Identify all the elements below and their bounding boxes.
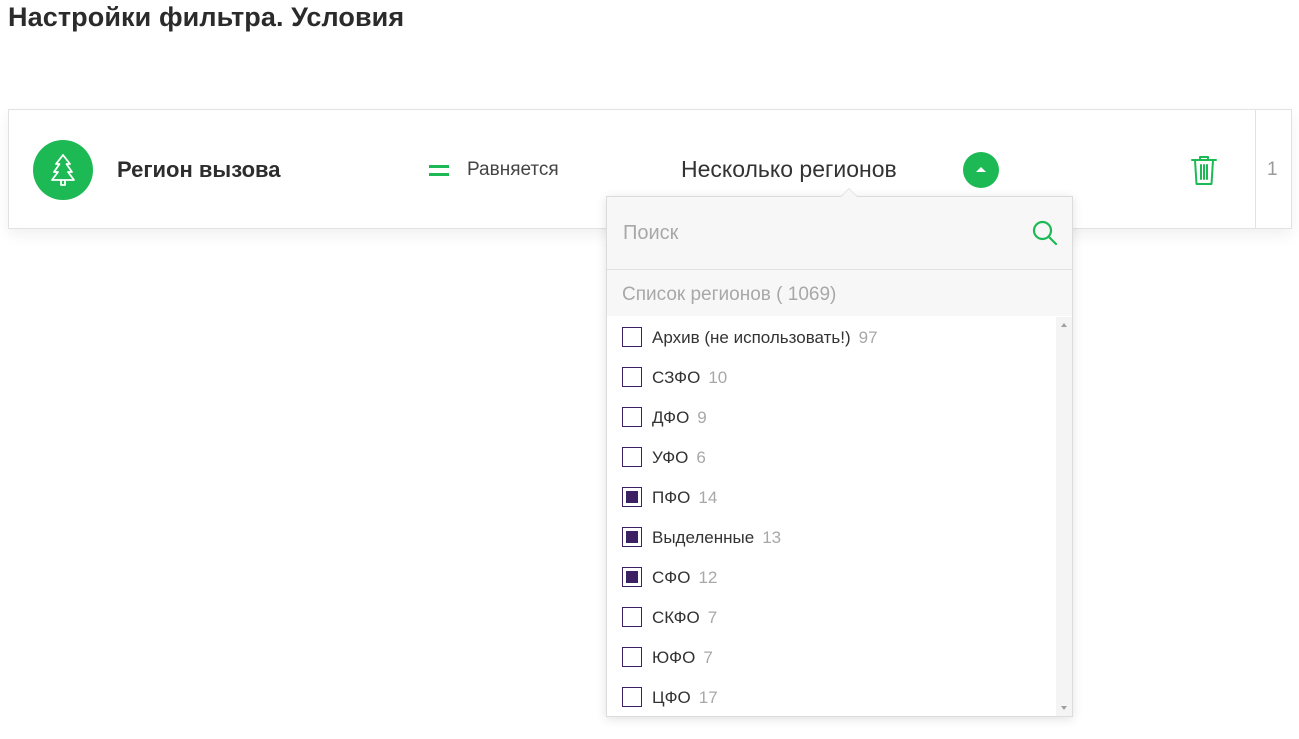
- trash-icon: [1191, 156, 1217, 185]
- region-checkbox[interactable]: [622, 327, 642, 347]
- tree-icon: [33, 140, 93, 200]
- list-item[interactable]: ПФО 14: [607, 477, 1056, 517]
- field-name: Регион вызова: [117, 157, 281, 182]
- list-item-count: 6: [696, 448, 706, 467]
- region-list: Архив (не использовать!) 97 СЗФО 10 ДФО 9 У…: [607, 317, 1056, 717]
- list-item[interactable]: УФО 6: [607, 437, 1056, 477]
- search-input[interactable]: [621, 215, 1025, 251]
- search-icon[interactable]: [1031, 219, 1059, 247]
- list-header-label: Список регионов ( 1069): [622, 284, 837, 305]
- row-divider: [1255, 110, 1256, 228]
- list-item[interactable]: ЦФО 17: [607, 677, 1056, 717]
- region-checkbox[interactable]: [622, 487, 642, 507]
- list-item-count: 7: [707, 608, 718, 627]
- list-item-count: 10: [708, 368, 728, 387]
- list-item[interactable]: СКФО 7: [607, 597, 1056, 637]
- list-item-count: 17: [698, 688, 718, 707]
- list-scrollbar[interactable]: [1056, 317, 1072, 716]
- dropdown-toggle-button[interactable]: [963, 152, 999, 188]
- list-item-label: СКФО 7: [652, 608, 718, 627]
- list-item-label: ЮФО 7: [652, 648, 713, 667]
- list-header: Список регионов ( 1069): [607, 270, 1072, 316]
- region-checkbox[interactable]: [622, 367, 642, 387]
- scroll-down-arrow-icon[interactable]: [1061, 706, 1067, 710]
- dropdown-pointer: [840, 188, 858, 197]
- equals-icon: [429, 165, 449, 177]
- operator-label[interactable]: Равняется: [467, 159, 559, 181]
- region-checkbox[interactable]: [622, 567, 642, 587]
- list-item-count: 13: [762, 528, 782, 547]
- list-item-label: СЗФО 10: [652, 368, 728, 387]
- search-box: [607, 197, 1072, 270]
- scroll-up-arrow-icon[interactable]: [1061, 323, 1067, 327]
- list-item[interactable]: СЗФО 10: [607, 357, 1056, 397]
- value-label[interactable]: Несколько регионов: [681, 156, 897, 183]
- list-item-label: УФО 6: [652, 448, 706, 467]
- list-item[interactable]: Выделенные 13: [607, 517, 1056, 557]
- region-checkbox[interactable]: [622, 687, 642, 707]
- list-item-label: СФО 12: [652, 568, 718, 587]
- list-item[interactable]: СФО 12: [607, 557, 1056, 597]
- list-item-label: ДФО 9: [652, 408, 707, 427]
- caret-up-icon: [976, 167, 986, 172]
- region-checkbox[interactable]: [622, 407, 642, 427]
- list-item-label: ЦФО 17: [652, 688, 718, 707]
- list-item-count: 9: [697, 408, 707, 427]
- page-title: Настройки фильтра. Условия: [8, 2, 405, 32]
- region-dropdown: Список регионов ( 1069) Архив (не исполь…: [606, 188, 1073, 717]
- delete-condition-button[interactable]: [1189, 153, 1219, 187]
- region-checkbox[interactable]: [622, 647, 642, 667]
- list-item-count: 12: [698, 568, 718, 587]
- list-item-count: 7: [703, 648, 713, 667]
- list-item-label: ПФО 14: [652, 488, 718, 507]
- list-item[interactable]: Архив (не использовать!) 97: [607, 317, 1056, 357]
- list-item-count: 14: [698, 488, 718, 507]
- list-item[interactable]: ДФО 9: [607, 397, 1056, 437]
- list-item-label: Выделенные 13: [652, 528, 782, 547]
- list-item-label: Архив (не использовать!) 97: [652, 328, 878, 347]
- region-checkbox[interactable]: [622, 447, 642, 467]
- list-item[interactable]: ЮФО 7: [607, 637, 1056, 677]
- region-checkbox[interactable]: [622, 527, 642, 547]
- region-checkbox[interactable]: [622, 607, 642, 627]
- row-number: 1: [1267, 159, 1278, 180]
- list-item-count: 97: [858, 328, 878, 347]
